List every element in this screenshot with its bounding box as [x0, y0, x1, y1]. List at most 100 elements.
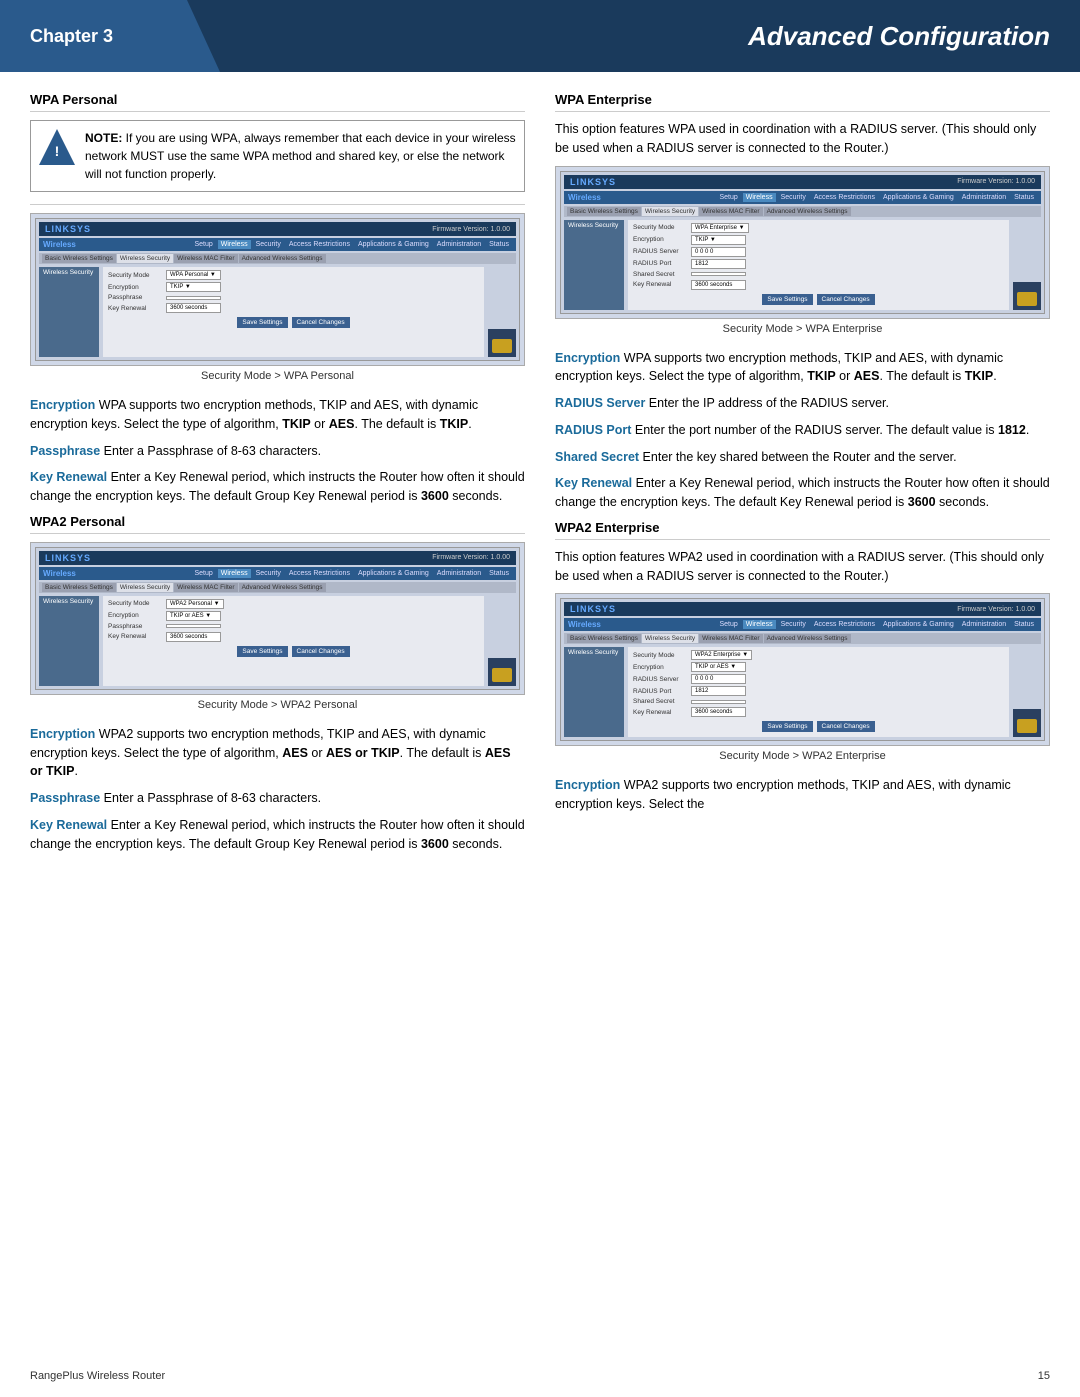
ss-header-2: LINKSYS Firmware Version: 1.0.00: [39, 551, 516, 565]
main-content: WPA Personal NOTE: If you are using WPA,…: [0, 72, 1080, 881]
caption-wpa-personal: Security Mode > WPA Personal: [30, 370, 525, 382]
ss-field-key-renewal: Key Renewal 3600 seconds: [108, 303, 479, 313]
ss-model-2: Firmware Version: 1.0.00: [432, 554, 510, 561]
ss-cancel-ent2[interactable]: Cancel Changes: [817, 721, 875, 732]
ss-nav: Wireless Setup Wireless Security Access …: [39, 238, 516, 251]
ss-nav-setup: Setup: [191, 240, 215, 249]
wpa-ent-keyrenewal-text: Key Renewal Enter a Key Renewal period, …: [555, 474, 1050, 512]
ss-thumb-ent: [1013, 282, 1041, 310]
page-title: Advanced Configuration: [748, 21, 1050, 52]
wpa2-enterprise-intro: This option features WPA2 used in coordi…: [555, 548, 1050, 586]
ss-header: LINKSYS Firmware Version: 1.0.00: [39, 222, 516, 236]
term-radius-server: RADIUS Server: [555, 396, 645, 410]
ss-nav-admin: Administration: [434, 240, 484, 249]
screenshot-wpa-enterprise: LINKSYS Firmware Version: 1.0.00 Wireles…: [555, 166, 1050, 319]
term-ent2-encryption: Encryption: [555, 778, 620, 792]
ss-model: Firmware Version: 1.0.00: [432, 226, 510, 233]
ss-nav-apps: Applications & Gaming: [355, 240, 432, 249]
ss-cancel-btn[interactable]: Cancel Changes: [292, 317, 350, 328]
wpa2-enterprise-section: WPA2 Enterprise This option features WPA…: [555, 520, 1050, 814]
wpa-enterprise-section: WPA Enterprise This option features WPA …: [555, 92, 1050, 512]
warning-icon: [39, 129, 75, 165]
ss-tabs-2: Basic Wireless Settings Wireless Securit…: [39, 582, 516, 593]
wpa2-personal-section: WPA2 Personal LINKSYS Firmware Version: …: [30, 514, 525, 854]
ss-nav-access: Access Restrictions: [286, 240, 353, 249]
term-passphrase-1: Passphrase: [30, 444, 100, 458]
term-keyrenewal-1: Key Renewal: [30, 470, 107, 484]
ss-logo: LINKSYS: [45, 224, 91, 234]
left-column: WPA Personal NOTE: If you are using WPA,…: [30, 92, 525, 861]
screenshot-inner-wpa2-enterprise: LINKSYS Firmware Version: 1.0.00 Wireles…: [560, 598, 1045, 741]
wpa-personal-keyrenewal-text: Key Renewal Enter a Key Renewal period, …: [30, 468, 525, 506]
ss-thumb-2: [488, 658, 516, 686]
footer-right: 15: [1038, 1370, 1050, 1382]
screenshot-wpa-personal: LINKSYS Firmware Version: 1.0.00 Wireles…: [30, 213, 525, 366]
screenshot-wpa2-personal: LINKSYS Firmware Version: 1.0.00 Wireles…: [30, 542, 525, 695]
page-footer: RangePlus Wireless Router 15: [30, 1370, 1050, 1382]
wpa-personal-passphrase-text: Passphrase Enter a Passphrase of 8-63 ch…: [30, 442, 525, 461]
screenshot-wpa2-enterprise: LINKSYS Firmware Version: 1.0.00 Wireles…: [555, 593, 1050, 746]
term-keyrenewal-2: Key Renewal: [30, 818, 107, 832]
ss-cancel-ent[interactable]: Cancel Changes: [817, 294, 875, 305]
note-bold: NOTE:: [85, 131, 122, 145]
wpa-personal-section: WPA Personal NOTE: If you are using WPA,…: [30, 92, 525, 506]
screenshot-inner-wpa-enterprise: LINKSYS Firmware Version: 1.0.00 Wireles…: [560, 171, 1045, 314]
screenshot-inner-wpa-personal: LINKSYS Firmware Version: 1.0.00 Wireles…: [35, 218, 520, 361]
ss-nav-items-2: Setup Wireless Security Access Restricti…: [191, 569, 512, 578]
ss-content-area: Wireless Security Security Mode WPA Pers…: [39, 267, 516, 357]
ss-wireless-label: Wireless: [43, 240, 76, 249]
ss-thumb-ent2: [1013, 709, 1041, 737]
term-ent-keyrenewal: Key Renewal: [555, 476, 632, 490]
caption-wpa2-enterprise: Security Mode > WPA2 Enterprise: [555, 750, 1050, 762]
ss-nav-wireless: Wireless: [218, 240, 251, 249]
footer-left: RangePlus Wireless Router: [30, 1370, 165, 1382]
term-shared-secret: Shared Secret: [555, 450, 639, 464]
ss-field-encryption: Encryption TKIP ▼: [108, 282, 479, 292]
ss-logo-2: LINKSYS: [45, 553, 91, 563]
encryption-body-1: WPA supports two encryption methods, TKI…: [30, 398, 478, 431]
ss-thumb: [488, 329, 516, 357]
ss-main-2: Security Mode WPA2 Personal ▼ Encryption…: [103, 596, 484, 686]
screenshot-inner-wpa2-personal: LINKSYS Firmware Version: 1.0.00 Wireles…: [35, 547, 520, 690]
ss-save-btn[interactable]: Save Settings: [237, 317, 287, 328]
wpa-ent-radius-port-text: RADIUS Port Enter the port number of the…: [555, 421, 1050, 440]
term-radius-port: RADIUS Port: [555, 423, 631, 437]
term-encryption-1: Encryption: [30, 398, 95, 412]
ss-field-security-mode: Security Mode WPA Personal ▼: [108, 270, 479, 280]
ss-nav-2: Wireless Setup Wireless Security Access …: [39, 567, 516, 580]
wpa-ent-radius-server-text: RADIUS Server Enter the IP address of th…: [555, 394, 1050, 413]
wpa2-personal-keyrenewal-text: Key Renewal Enter a Key Renewal period, …: [30, 816, 525, 854]
wpa-enterprise-intro: This option features WPA used in coordin…: [555, 120, 1050, 158]
wpa-personal-heading: WPA Personal: [30, 92, 525, 112]
term-encryption-2: Encryption: [30, 727, 95, 741]
wpa-personal-encryption-text: Encryption WPA supports two encryption m…: [30, 396, 525, 434]
ss-cancel-btn-2[interactable]: Cancel Changes: [292, 646, 350, 657]
ss-save-btn-2[interactable]: Save Settings: [237, 646, 287, 657]
ss-nav-items: Setup Wireless Security Access Restricti…: [191, 240, 512, 249]
wpa-ent-shared-secret-text: Shared Secret Enter the key shared betwe…: [555, 448, 1050, 467]
ss-tab-basic: Basic Wireless Settings: [42, 254, 116, 263]
caption-wpa2-personal: Security Mode > WPA2 Personal: [30, 699, 525, 711]
wpa2-ent-encryption-text: Encryption WPA2 supports two encryption …: [555, 776, 1050, 814]
ss-save-ent2[interactable]: Save Settings: [762, 721, 812, 732]
right-column: WPA Enterprise This option features WPA …: [555, 92, 1050, 861]
wpa2-personal-passphrase-text: Passphrase Enter a Passphrase of 8-63 ch…: [30, 789, 525, 808]
ss-sidebar: Wireless Security: [39, 267, 99, 357]
wpa2-personal-heading: WPA2 Personal: [30, 514, 525, 534]
note-text: NOTE: If you are using WPA, always remem…: [85, 129, 516, 183]
note-body: If you are using WPA, always remember th…: [85, 131, 516, 181]
wpa2-enterprise-heading: WPA2 Enterprise: [555, 520, 1050, 540]
ss-main: Security Mode WPA Personal ▼ Encryption …: [103, 267, 484, 357]
wpa2-personal-encryption-text: Encryption WPA2 supports two encryption …: [30, 725, 525, 781]
wpa-ent-encryption-text: Encryption WPA supports two encryption m…: [555, 349, 1050, 387]
term-passphrase-2: Passphrase: [30, 791, 100, 805]
ss-tab-security: Wireless Security: [117, 254, 173, 263]
ss-tab-mac: Wireless MAC Filter: [174, 254, 237, 263]
term-ent-encryption: Encryption: [555, 351, 620, 365]
ss-tab-advanced: Advanced Wireless Settings: [239, 254, 326, 263]
ss-wireless-label-2: Wireless: [43, 569, 76, 578]
ss-tabs: Basic Wireless Settings Wireless Securit…: [39, 253, 516, 264]
page-header: Chapter 3 Advanced Configuration: [0, 0, 1080, 72]
ss-save-ent[interactable]: Save Settings: [762, 294, 812, 305]
caption-wpa-enterprise: Security Mode > WPA Enterprise: [555, 323, 1050, 335]
